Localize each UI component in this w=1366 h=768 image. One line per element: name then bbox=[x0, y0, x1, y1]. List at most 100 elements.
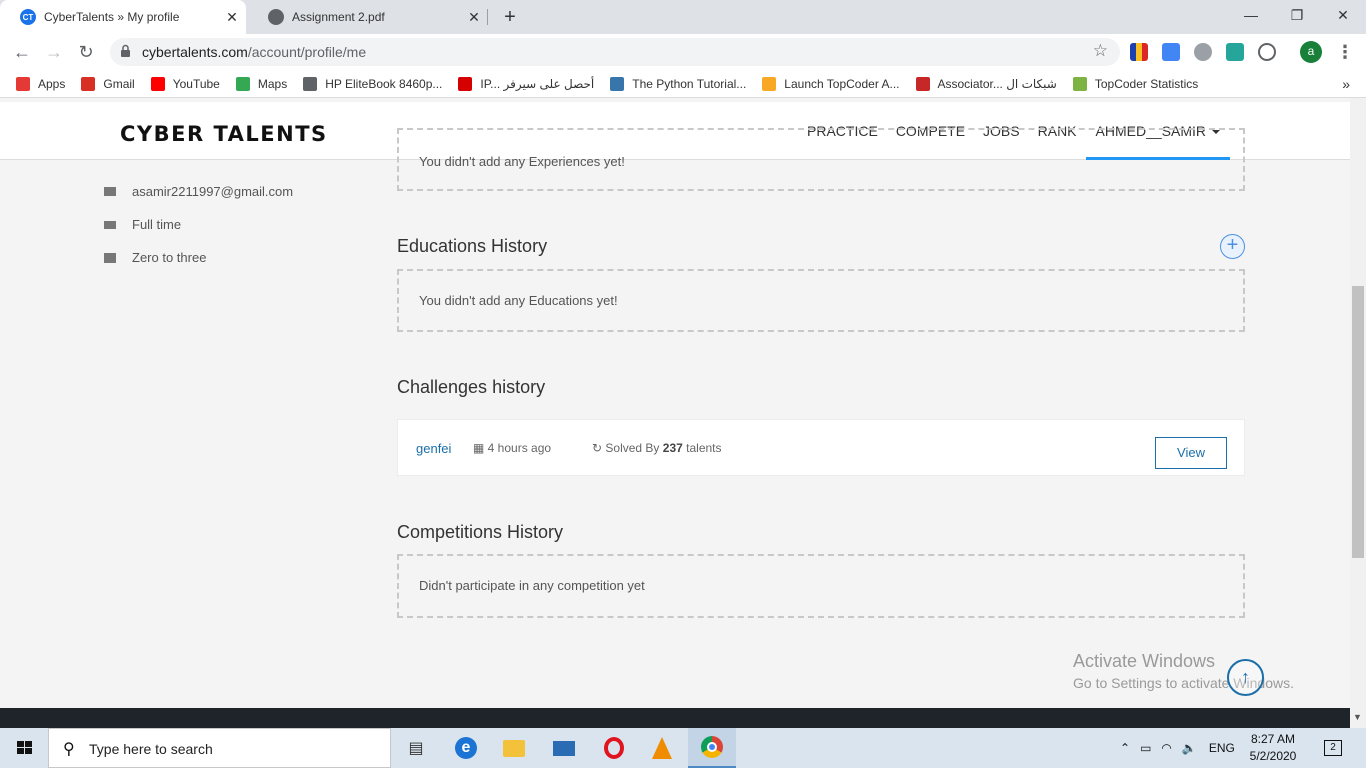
bookmark-label: HP EliteBook 8460p... bbox=[325, 76, 443, 91]
lock-icon bbox=[121, 44, 130, 57]
experience-level-text: Zero to three bbox=[132, 250, 207, 265]
chevron-up-icon[interactable]: ⌃ bbox=[1120, 741, 1130, 755]
back-button[interactable]: ← bbox=[10, 40, 34, 64]
tab-title: Assignment 2.pdf bbox=[292, 10, 385, 24]
new-tab-button[interactable]: + bbox=[498, 5, 522, 29]
job-type-text: Full time bbox=[132, 217, 182, 232]
bookmark-label: Gmail bbox=[103, 76, 135, 91]
page-content: CYBER TALENTS PRACTICE COMPETE JOBS RANK… bbox=[0, 98, 1350, 708]
notification-center[interactable]: 2 bbox=[1324, 728, 1342, 768]
browser-menu-icon[interactable]: ⋮ bbox=[1336, 40, 1354, 64]
challenge-time: ▦ 4 hours ago bbox=[473, 441, 552, 455]
bookmark-item[interactable]: Gmail bbox=[81, 76, 135, 91]
competitions-empty-text: Didn't participate in any competition ye… bbox=[419, 578, 645, 593]
notification-icon: 2 bbox=[1324, 740, 1342, 756]
reload-button[interactable]: ↻ bbox=[74, 40, 98, 64]
opera-icon bbox=[604, 737, 624, 759]
taskbar-search-input[interactable]: ⚲ Type here to search bbox=[48, 728, 391, 768]
chrome-icon bbox=[701, 736, 723, 758]
tab-title: CyberTalents » My profile bbox=[44, 10, 180, 24]
associator-icon bbox=[915, 76, 930, 91]
email-text: asamir2211997@gmail.com bbox=[132, 184, 294, 199]
search-icon: ⚲ bbox=[63, 741, 75, 758]
bookmark-item[interactable]: Maps bbox=[235, 76, 287, 91]
youtube-icon bbox=[150, 76, 165, 91]
bookmark-item[interactable]: IP... أحصل على سيرفر bbox=[458, 76, 594, 91]
challenge-name-link[interactable]: genfei bbox=[416, 441, 451, 456]
topcoder-icon bbox=[762, 76, 777, 91]
page-scrollbar[interactable]: ▼ bbox=[1350, 98, 1366, 728]
notification-count: 2 bbox=[1330, 742, 1336, 753]
bookmarks-overflow-icon[interactable]: » bbox=[1342, 76, 1350, 92]
bookmark-item[interactable]: YouTube bbox=[150, 76, 220, 91]
search-placeholder: Type here to search bbox=[89, 741, 213, 757]
educations-empty-text: You didn't add any Educations yet! bbox=[419, 293, 618, 308]
bookmark-star-icon[interactable]: ☆ bbox=[1093, 41, 1108, 61]
bookmark-label: The Python Tutorial... bbox=[632, 76, 747, 91]
email-row: asamir2211997@gmail.com bbox=[104, 184, 293, 199]
scrollbar-thumb[interactable] bbox=[1352, 286, 1364, 558]
tab-assignment-pdf[interactable]: Assignment 2.pdf ✕ bbox=[248, 0, 488, 34]
translate-icon[interactable] bbox=[1162, 43, 1180, 61]
wifi-icon[interactable]: ◠ bbox=[1161, 741, 1171, 755]
address-bar[interactable]: cybertalents.com/account/profile/me ☆ bbox=[110, 38, 1120, 66]
tab-cybertalents[interactable]: CT CyberTalents » My profile ✕ bbox=[0, 0, 246, 34]
cybertalents-favicon-icon: CT bbox=[20, 9, 36, 25]
mail-icon bbox=[553, 740, 575, 756]
restore-button[interactable]: ❐ bbox=[1274, 0, 1320, 30]
edge-icon: e bbox=[455, 737, 477, 759]
refresh-icon: ↻ bbox=[592, 441, 606, 455]
extension-flag-icon[interactable] bbox=[1130, 43, 1148, 61]
experience-level-row: Zero to three bbox=[104, 250, 206, 265]
opera-app[interactable] bbox=[590, 728, 638, 768]
vlc-app[interactable] bbox=[638, 728, 686, 768]
bookmark-label: TopCoder Statistics bbox=[1094, 76, 1199, 91]
task-view-button[interactable]: ▤ bbox=[392, 728, 440, 768]
scroll-to-top-icon[interactable]: ↑ bbox=[1227, 659, 1264, 696]
battery-icon[interactable]: ▭ bbox=[1140, 741, 1151, 755]
volume-icon[interactable]: 🔈 bbox=[1182, 741, 1197, 755]
close-window-button[interactable]: ✕ bbox=[1320, 0, 1366, 30]
minimize-button[interactable]: — bbox=[1228, 0, 1274, 30]
globe-icon bbox=[268, 9, 284, 25]
browser-toolbar: ← → ↻ cybertalents.com/account/profile/m… bbox=[0, 34, 1366, 70]
taskbar-clock[interactable]: 8:27 AM 5/2/2020 bbox=[1248, 731, 1298, 765]
language-indicator[interactable]: ENG bbox=[1209, 741, 1235, 755]
site-logo[interactable]: CYBER TALENTS bbox=[120, 122, 328, 146]
edge-app[interactable]: e bbox=[442, 728, 490, 768]
forward-button[interactable]: → bbox=[42, 40, 66, 64]
stats-icon bbox=[1072, 76, 1087, 91]
bookmark-label: Apps bbox=[38, 76, 66, 91]
apps-grid-icon bbox=[16, 76, 30, 91]
scroll-down-arrow-icon[interactable]: ▼ bbox=[1353, 712, 1362, 722]
site-footer bbox=[0, 708, 1350, 728]
bookmark-item[interactable]: HP EliteBook 8460p... bbox=[303, 76, 443, 91]
close-icon[interactable]: ✕ bbox=[460, 9, 488, 26]
view-challenge-button[interactable]: View bbox=[1155, 437, 1227, 469]
extension-circle-icon[interactable] bbox=[1258, 43, 1276, 61]
bookmarks-bar: Apps Gmail YouTube Maps HP EliteBook 8460p..… bbox=[0, 70, 1366, 98]
chrome-app[interactable] bbox=[688, 728, 736, 768]
challenges-title: Challenges history bbox=[397, 377, 546, 397]
bookmark-item[interactable]: Associator... شبكات ال bbox=[915, 76, 1057, 91]
extension-cast-icon[interactable] bbox=[1226, 43, 1244, 61]
briefcase-icon bbox=[104, 252, 116, 263]
experiences-empty-text: You didn't add any Experiences yet! bbox=[419, 154, 625, 169]
bookmark-item[interactable]: The Python Tutorial... bbox=[610, 76, 747, 91]
extension-gauge-icon[interactable] bbox=[1194, 43, 1212, 61]
bookmark-label: YouTube bbox=[172, 76, 220, 91]
bookmark-item[interactable]: Apps bbox=[16, 76, 66, 91]
challenge-solved-count: ↻ Solved By 237 talents bbox=[592, 441, 722, 455]
bookmark-item[interactable]: Launch TopCoder A... bbox=[762, 76, 900, 91]
profile-avatar[interactable]: a bbox=[1300, 41, 1322, 63]
calendar-icon: ▦ bbox=[473, 441, 488, 455]
competitions-empty-box: Didn't participate in any competition ye… bbox=[397, 554, 1245, 618]
windows-start-button[interactable] bbox=[0, 728, 48, 768]
maps-icon bbox=[235, 76, 250, 91]
bookmark-item[interactable]: TopCoder Statistics bbox=[1072, 76, 1199, 91]
add-education-button[interactable]: + bbox=[1220, 234, 1245, 259]
mail-app[interactable] bbox=[540, 728, 588, 768]
url-text: cybertalents.com/account/profile/me bbox=[142, 44, 367, 60]
close-icon[interactable]: ✕ bbox=[218, 9, 246, 26]
file-explorer-app[interactable] bbox=[490, 728, 538, 768]
